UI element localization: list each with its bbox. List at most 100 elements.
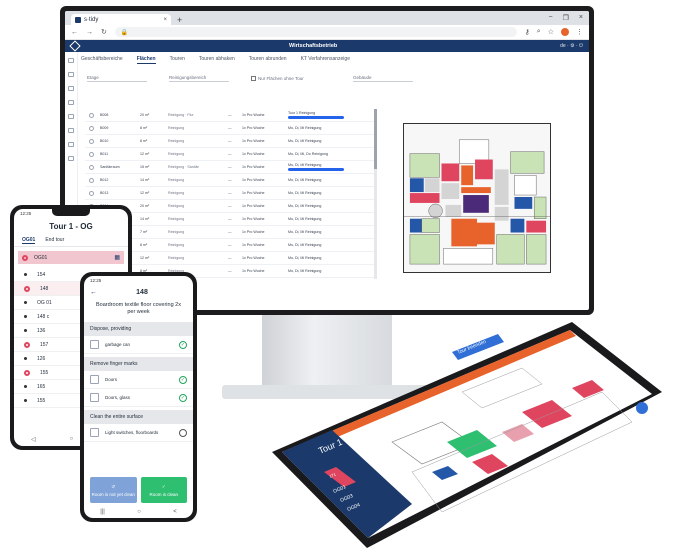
row-select-radio[interactable] <box>89 125 94 131</box>
room-status-icon <box>24 285 30 292</box>
tab-procedure[interactable]: KT Verfahrensanzeige <box>301 56 350 64</box>
tab-tours-check[interactable]: Touren abhaken <box>199 56 235 64</box>
cleaning-area-filter[interactable]: Reinigungsbereich <box>169 75 229 82</box>
home-nav-icon[interactable]: ○ <box>137 509 141 515</box>
row-select-radio[interactable] <box>89 190 94 196</box>
task-done-icon[interactable]: ✓ <box>179 375 187 384</box>
sidebar-users-icon[interactable] <box>68 114 74 119</box>
table-cell: Sanitärraum <box>100 165 120 169</box>
table-cell-tour: Tour 1 Reinigung <box>288 111 375 119</box>
tab-business-areas[interactable]: Geschäftsbereiche <box>81 56 123 64</box>
profile-avatar[interactable] <box>561 28 569 36</box>
row-select-radio[interactable] <box>89 177 94 183</box>
tour-current-room[interactable]: OG01 ▦ <box>18 251 124 264</box>
task-item[interactable]: Doors, glass ✓ <box>84 389 193 407</box>
back-arrow-icon[interactable]: ← <box>90 289 97 296</box>
table-cell: 20 m² <box>140 113 150 117</box>
forward-icon[interactable]: → <box>86 29 93 36</box>
tab-og01[interactable]: OG01 <box>22 237 36 244</box>
new-tab-icon[interactable]: + <box>177 15 182 25</box>
back-nav-icon[interactable]: ◁ <box>31 436 36 443</box>
table-cell-tour: Mo, Di, Mi Reinigung <box>288 139 375 143</box>
header-actions[interactable]: de · ⚙ · ⏻ <box>560 43 583 49</box>
room-actions: ↺ Room is not yet clean ✓ Room is clean <box>90 477 187 503</box>
floor-filter[interactable]: Etage <box>87 75 147 82</box>
task-open-icon[interactable] <box>179 428 187 437</box>
scrollbar-thumb[interactable] <box>374 109 377 169</box>
table-row[interactable]: B012 14 m² Reinigung — 1x Pro Woche Mo, Di, M… <box>85 174 375 187</box>
browser-tab[interactable]: s·tidy × <box>71 14 171 25</box>
tour-pill[interactable] <box>288 168 344 171</box>
minimize-icon[interactable]: − <box>549 14 553 22</box>
tour-text: Mo, Di, Mi Reinigung <box>288 256 322 260</box>
task-item[interactable]: Light switches, floorboards <box>84 424 193 442</box>
status-time: 12:25 <box>90 278 102 283</box>
table-cell-tour: Mo, Di, Mi Reinigung <box>288 163 375 171</box>
star-icon[interactable]: ☆ <box>548 28 554 36</box>
task-done-icon[interactable]: ✓ <box>179 393 187 402</box>
back-icon[interactable]: ← <box>71 29 78 36</box>
table-cell: 14 m² <box>140 217 150 221</box>
tour-text: Mo, Di, Mi Reinigung <box>288 217 322 221</box>
checkbox-icon[interactable] <box>251 75 256 81</box>
sidebar-building-icon[interactable] <box>68 72 74 77</box>
menu-icon[interactable]: ⋮ <box>576 28 583 36</box>
restore-icon[interactable]: ❐ <box>563 14 569 22</box>
not-clean-label: Room is not yet clean <box>91 491 135 497</box>
tab-end-tour[interactable]: End tour <box>45 237 64 244</box>
app-header: Wirtschaftsbetrieb de · ⚙ · ⏻ <box>65 40 589 52</box>
table-cell: 1x Pro Woche <box>242 256 265 260</box>
task-item[interactable]: Doors ✓ <box>84 371 193 389</box>
floor-plan[interactable] <box>403 123 551 273</box>
sidebar-settings-icon[interactable] <box>68 142 74 147</box>
not-clean-button[interactable]: ↺ Room is not yet clean <box>90 477 137 503</box>
table-row[interactable]: B013 12 m² Reinigung — 1x Pro Woche Mo, Di, M… <box>85 187 375 200</box>
row-select-radio[interactable] <box>89 164 94 170</box>
phone-room-screen: 12:25 ← 148 Boardroom textile floor cove… <box>84 276 193 518</box>
tour-pill[interactable] <box>288 116 344 119</box>
table-cell: — <box>228 230 232 234</box>
key-icon[interactable]: ⚷ <box>525 28 530 36</box>
reload-icon[interactable]: ↻ <box>101 28 107 36</box>
building-filter[interactable]: Gebäude <box>353 75 413 82</box>
sidebar-chart-icon[interactable] <box>68 128 74 133</box>
row-select-radio[interactable] <box>89 112 94 118</box>
close-window-icon[interactable]: × <box>579 14 583 22</box>
table-row[interactable]: B010 8 m² Reinigung — 1x Pro Woche Mo, Di, Mi… <box>85 135 375 148</box>
row-select-radio[interactable] <box>89 151 94 157</box>
clean-button[interactable]: ✓ Room is clean <box>140 477 187 503</box>
room-label: 165 <box>37 383 46 390</box>
task-done-icon[interactable]: ✓ <box>179 340 187 349</box>
table-cell-tour: Mo, Di, Mi Reinigung <box>288 230 375 234</box>
task-item[interactable]: garbage can ✓ <box>84 336 193 354</box>
tab-areas[interactable]: Flächen <box>136 56 156 64</box>
sidebar-calendar-icon[interactable] <box>68 100 74 105</box>
recents-nav-icon[interactable]: ||| <box>100 509 105 515</box>
map-icon[interactable]: ▦ <box>114 254 120 261</box>
table-row[interactable]: B009 8 m² Reinigung — 1x Pro Woche Mo, Di, Mi… <box>85 122 375 135</box>
room-label: 155 <box>37 397 46 404</box>
tab-close-icon[interactable]: × <box>163 17 167 23</box>
sidebar-home-icon[interactable] <box>68 58 74 63</box>
table-row[interactable]: Sanitärraum 15 m² Reinigung · Sanitär — 1x P… <box>85 161 375 174</box>
table-row[interactable]: B008 20 m² Reinigung · Flur — 1x Pro Woche To… <box>85 109 375 122</box>
desktop-monitor: s·tidy × + − ❐ × ← → ↻ 🔒 ⚷ ⌕ ☆ ⋮ Wirtsch… <box>60 6 594 315</box>
no-tour-checkbox[interactable]: Nur Flächen ohne Tour <box>251 75 331 82</box>
task-icon <box>90 375 99 384</box>
tab-tours-round[interactable]: Touren abrunden <box>249 56 287 64</box>
back-nav-icon[interactable]: < <box>173 509 177 515</box>
table-row[interactable]: B011 12 m² Reinigung — 1x Pro Woche Mo, Di, M… <box>85 148 375 161</box>
task-section-header: Remove finger marks <box>84 357 193 371</box>
address-bar[interactable]: 🔒 <box>114 27 517 37</box>
tour-text: Tour 1 Reinigung <box>288 111 316 115</box>
row-select-radio[interactable] <box>89 138 94 144</box>
sidebar-list-icon[interactable] <box>68 86 74 91</box>
table-scrollbar[interactable] <box>374 109 377 279</box>
sidebar-help-icon[interactable] <box>68 156 74 161</box>
home-nav-icon[interactable]: ○ <box>70 436 74 443</box>
tab-tours[interactable]: Touren <box>170 56 185 64</box>
task-label: garbage can <box>105 342 131 347</box>
table-cell: Reinigung <box>168 256 185 260</box>
table-cell: 1x Pro Woche <box>242 139 265 143</box>
zoom-icon[interactable]: ⌕ <box>537 28 541 36</box>
